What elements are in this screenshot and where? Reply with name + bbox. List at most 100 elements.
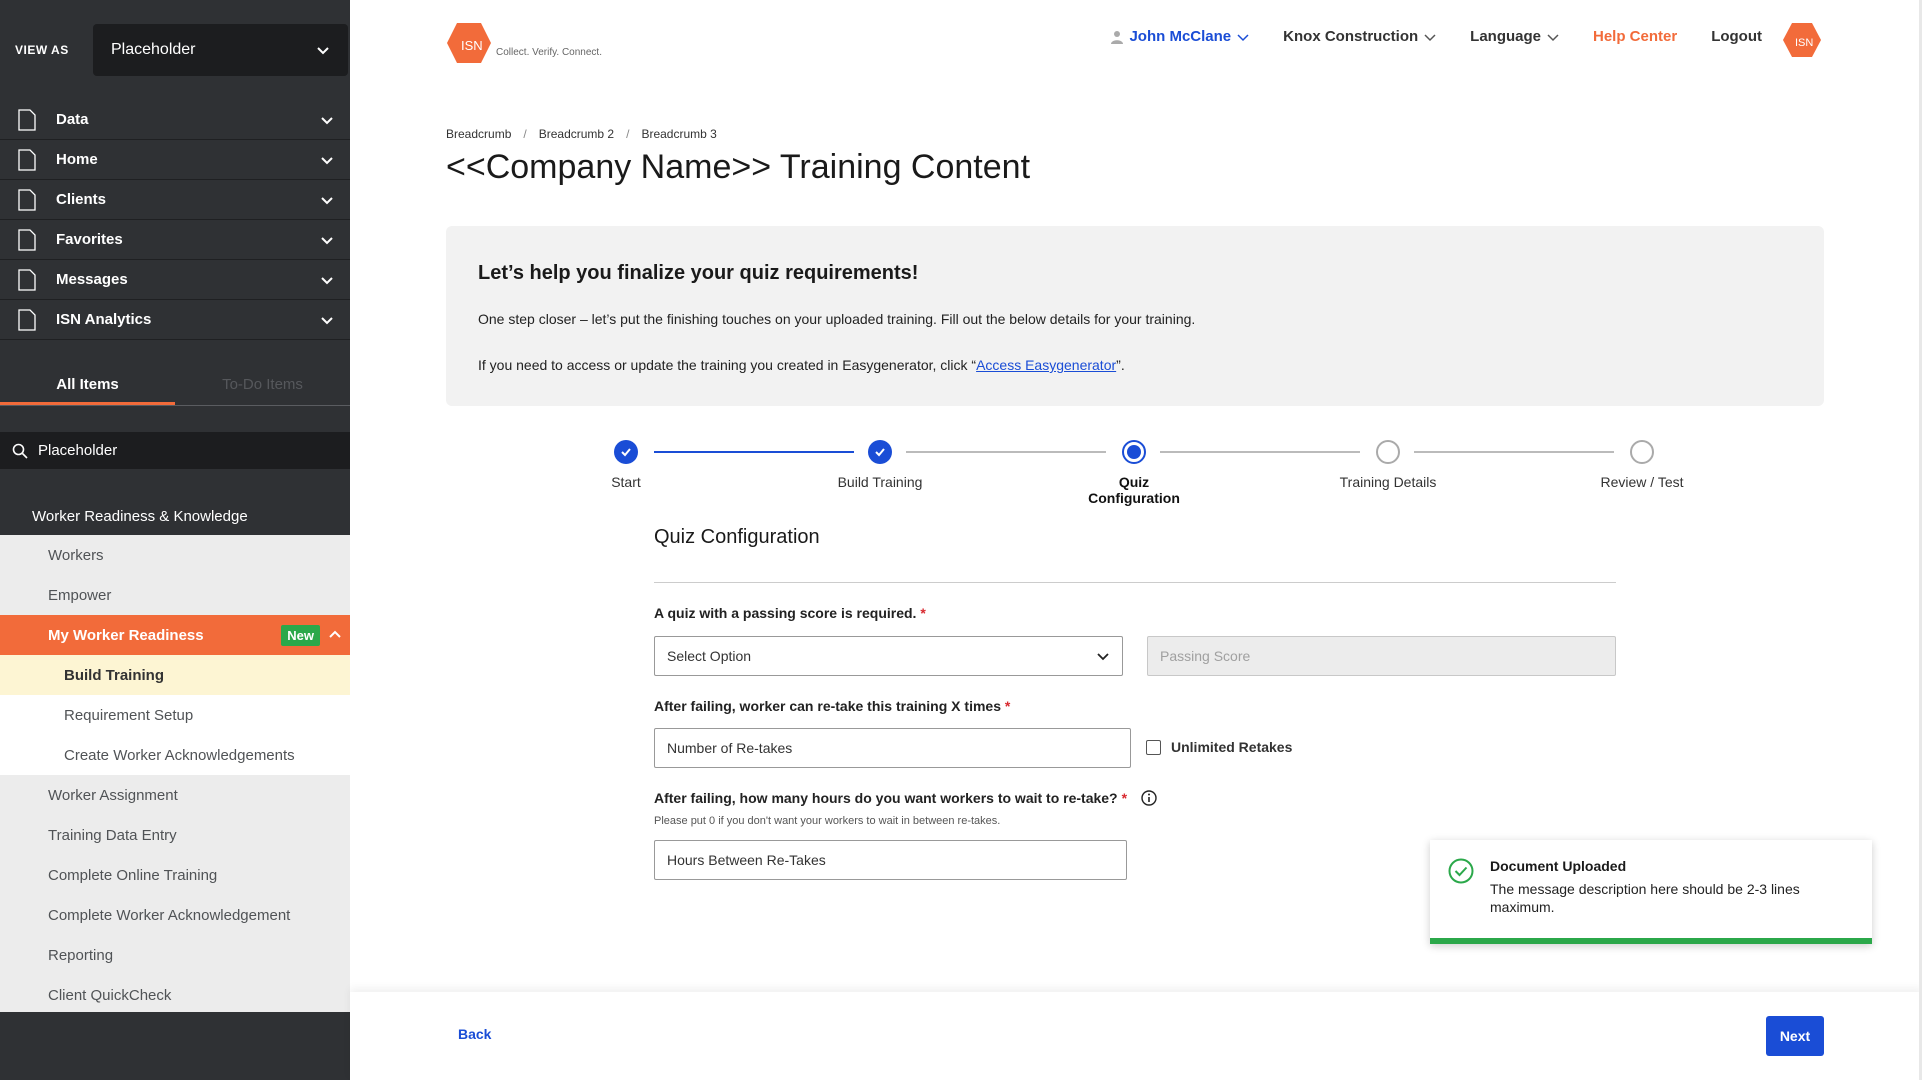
pending-step-icon: [1630, 440, 1654, 464]
retake-wait-label: After failing, how many hours do you wan…: [654, 790, 1157, 806]
sidebar-section-worker-readiness[interactable]: Worker Readiness & Knowledge: [0, 497, 350, 535]
user-name: John McClane: [1129, 28, 1232, 45]
sidebar-item-build-training[interactable]: Build Training: [0, 655, 350, 695]
breadcrumb-item[interactable]: Breadcrumb 2: [539, 127, 614, 141]
sidebar-search-input[interactable]: Placeholder: [0, 432, 350, 469]
intro-panel: Let’s help you finalize your quiz requir…: [446, 226, 1824, 406]
tab-todo-items[interactable]: To-Do Items: [175, 366, 350, 405]
back-button[interactable]: Back: [458, 1026, 491, 1042]
view-as-select[interactable]: Placeholder: [93, 24, 348, 76]
checkbox-label: Unlimited Retakes: [1171, 739, 1293, 755]
sidebar-item-training-data-entry[interactable]: Training Data Entry: [0, 815, 350, 855]
step-quiz-configuration[interactable]: Quiz Configuration: [1074, 440, 1194, 506]
toast-description: The message description here should be 2…: [1490, 881, 1800, 916]
chevron-down-icon: [321, 236, 333, 244]
quiz-required-label: A quiz with a passing score is required.…: [654, 605, 926, 621]
sidebar-item-home[interactable]: Home: [0, 140, 350, 180]
unlimited-retakes-checkbox[interactable]: Unlimited Retakes: [1146, 739, 1292, 755]
step-review-test[interactable]: Review / Test: [1582, 440, 1702, 490]
sidebar-item-workers[interactable]: Workers: [0, 535, 350, 575]
toast-progress-bar: [1430, 938, 1872, 944]
check-icon: [614, 440, 638, 464]
breadcrumb: Breadcrumb / Breadcrumb 2 / Breadcrumb 3: [446, 127, 717, 141]
document-icon: [18, 148, 36, 171]
logout-link[interactable]: Logout: [1711, 28, 1762, 45]
sidebar-item-worker-assignment[interactable]: Worker Assignment: [0, 775, 350, 815]
retake-wait-hours-input[interactable]: Hours Between Re-Takes: [654, 840, 1127, 880]
sidebar-item-favorites[interactable]: Favorites: [0, 220, 350, 260]
top-nav: John McClane Knox Construction Language …: [1111, 28, 1762, 45]
breadcrumb-separator: /: [523, 127, 527, 141]
passing-score-input[interactable]: Passing Score: [1147, 636, 1616, 676]
language-menu[interactable]: Language: [1470, 28, 1559, 45]
help-center-link[interactable]: Help Center: [1593, 28, 1677, 45]
sidebar-item-complete-acknowledgement[interactable]: Complete Worker Acknowledgement: [0, 895, 350, 935]
intro-text-post: ”.: [1116, 357, 1125, 373]
sidebar-item-clients[interactable]: Clients: [0, 180, 350, 220]
chevron-down-icon: [1424, 33, 1436, 41]
question-text: A quiz with a passing score is required.: [654, 605, 917, 621]
sidebar-nested-items: Build Training Requirement Setup Create …: [0, 655, 350, 775]
chevron-down-icon: [321, 156, 333, 164]
step-label: Review / Test: [1600, 474, 1684, 490]
document-icon: [18, 308, 36, 331]
retake-count-label: After failing, worker can re-take this t…: [654, 698, 1010, 714]
sidebar-subitems: Workers Empower My Worker Readiness New …: [0, 535, 350, 1012]
chevron-down-icon: [317, 47, 329, 55]
success-check-icon: [1448, 858, 1474, 884]
breadcrumb-item[interactable]: Breadcrumb 3: [641, 127, 716, 141]
logo-tagline: Collect. Verify. Connect.: [496, 46, 602, 58]
sidebar-item-complete-online-training[interactable]: Complete Online Training: [0, 855, 350, 895]
step-label: Build Training: [837, 474, 923, 490]
sidebar-item-my-worker-readiness[interactable]: My Worker Readiness New: [0, 615, 350, 655]
next-button[interactable]: Next: [1766, 1016, 1824, 1056]
step-label: Training Details: [1339, 474, 1437, 490]
company-menu[interactable]: Knox Construction: [1283, 28, 1436, 45]
logo-text: ISN: [461, 38, 483, 53]
access-easygenerator-link[interactable]: Access Easygenerator: [976, 357, 1116, 373]
divider: [654, 582, 1616, 583]
company-name: Knox Construction: [1283, 28, 1419, 45]
sidebar-item-client-quickcheck[interactable]: Client QuickCheck: [0, 975, 350, 1015]
isn-logo[interactable]: ISN Collect. Verify. Connect.: [446, 22, 602, 64]
sidebar-item-reporting[interactable]: Reporting: [0, 935, 350, 975]
step-start[interactable]: Start: [566, 440, 686, 490]
step-training-details[interactable]: Training Details: [1328, 440, 1448, 490]
chevron-down-icon: [321, 116, 333, 124]
sidebar-item-isn-analytics[interactable]: ISN Analytics: [0, 300, 350, 340]
sidebar-item-empower[interactable]: Empower: [0, 575, 350, 615]
toast-title: Document Uploaded: [1490, 858, 1627, 874]
breadcrumb-item[interactable]: Breadcrumb: [446, 127, 511, 141]
step-label: Quiz Configuration: [1088, 474, 1180, 506]
question-text: After failing, how many hours do you wan…: [654, 790, 1118, 806]
input-placeholder: Passing Score: [1160, 648, 1251, 664]
sidebar-item-create-acknowledgements[interactable]: Create Worker Acknowledgements: [0, 735, 350, 775]
pending-step-icon: [1376, 440, 1400, 464]
retake-count-input[interactable]: Number of Re-takes: [654, 728, 1131, 768]
sidebar: VIEW AS Placeholder Data Home Clients Fa…: [0, 0, 350, 1080]
search-value: Placeholder: [38, 442, 118, 459]
sidebar-tabs: All Items To-Do Items: [0, 366, 350, 406]
footer-bar: Back Next: [350, 992, 1922, 1080]
info-icon[interactable]: [1141, 790, 1157, 806]
step-label: Start: [611, 474, 641, 490]
isn-badge-icon[interactable]: ISN: [1782, 22, 1822, 58]
tab-all-items[interactable]: All Items: [0, 366, 175, 405]
chevron-down-icon: [321, 316, 333, 324]
input-value: Hours Between Re-Takes: [667, 852, 826, 868]
search-icon: [12, 443, 28, 459]
badge-text: ISN: [1795, 37, 1813, 49]
step-build-training[interactable]: Build Training: [820, 440, 940, 490]
language-label: Language: [1470, 28, 1541, 45]
stepper: Start Build Training Quiz Configuration …: [590, 440, 1702, 506]
quiz-option-select[interactable]: Select Option: [654, 636, 1123, 676]
sidebar-item-data[interactable]: Data: [0, 100, 350, 140]
document-icon: [18, 188, 36, 211]
user-menu[interactable]: John McClane: [1111, 28, 1249, 45]
chevron-down-icon: [1547, 33, 1559, 41]
chevron-down-icon: [1097, 653, 1109, 661]
sidebar-item-messages[interactable]: Messages: [0, 260, 350, 300]
retake-wait-hint: Please put 0 if you don't want your work…: [654, 815, 1001, 827]
select-value: Select Option: [667, 648, 752, 664]
sidebar-item-requirement-setup[interactable]: Requirement Setup: [0, 695, 350, 735]
